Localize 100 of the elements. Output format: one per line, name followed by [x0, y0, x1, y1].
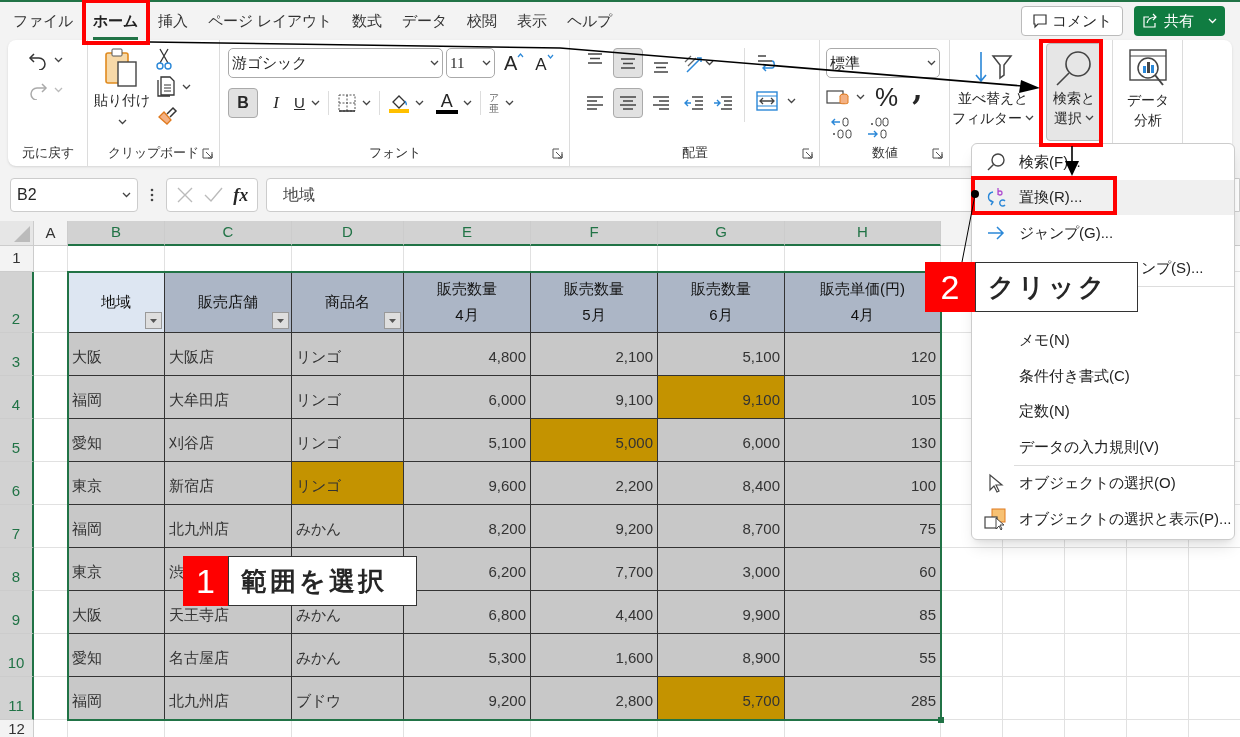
more-options-icon[interactable]: [150, 188, 154, 202]
caret-icon[interactable]: [430, 60, 439, 66]
menu-item[interactable]: オブジェクトの選択(O): [972, 465, 1234, 501]
caret-icon[interactable]: [504, 100, 514, 106]
increase-decimal-icon[interactable]: [830, 116, 854, 140]
bold-button[interactable]: B: [228, 88, 258, 118]
share-icon: [1142, 13, 1158, 29]
menu-item[interactable]: メモ(N): [972, 322, 1234, 358]
table-cell: リンゴ: [292, 333, 404, 376]
caret-icon[interactable]: [1024, 115, 1034, 121]
column-header[interactable]: E: [404, 221, 531, 246]
insert-function-button[interactable]: fx: [233, 181, 249, 209]
ribbon-tab[interactable]: ファイル: [13, 2, 73, 40]
column-header[interactable]: C: [165, 221, 292, 246]
paste-button[interactable]: 貼り付け: [94, 48, 150, 140]
row-header[interactable]: 5: [0, 419, 34, 462]
column-header[interactable]: A: [34, 221, 68, 246]
caret-icon[interactable]: [122, 192, 131, 198]
copy-icon[interactable]: [156, 76, 176, 98]
caret-icon[interactable]: [856, 94, 865, 100]
ribbon-tab[interactable]: 校閲: [467, 2, 498, 40]
underline-button[interactable]: U: [294, 91, 320, 115]
font-name-dropdown[interactable]: 游ゴシック: [228, 48, 443, 78]
merge-cells-icon[interactable]: [755, 90, 779, 112]
filter-dropdown-button[interactable]: [384, 312, 401, 329]
dialog-launcher-icon[interactable]: [552, 148, 563, 159]
row-header[interactable]: 7: [0, 505, 34, 548]
center-align-button[interactable]: [613, 88, 643, 118]
menu-item[interactable]: データの入力規則(V): [972, 429, 1234, 465]
menu-item[interactable]: 条件付き書式(C): [972, 358, 1234, 394]
ribbon-tab[interactable]: ヘルプ: [567, 2, 613, 40]
caret-icon[interactable]: [462, 100, 472, 106]
caret-icon[interactable]: [117, 119, 127, 125]
dialog-launcher-icon[interactable]: [202, 148, 213, 159]
share-button[interactable]: 共有: [1134, 6, 1225, 36]
accounting-format-icon[interactable]: [826, 87, 850, 107]
check-icon[interactable]: [203, 186, 224, 204]
row-header[interactable]: 3: [0, 333, 34, 376]
ribbon-tab[interactable]: 表示: [517, 2, 548, 40]
ribbon-tab[interactable]: 数式: [352, 2, 383, 40]
grow-font-button[interactable]: A: [504, 53, 525, 73]
table-cell: みかん: [292, 634, 404, 677]
column-header[interactable]: H: [785, 221, 941, 246]
font-color-button[interactable]: A: [435, 92, 472, 114]
percent-button[interactable]: %: [875, 84, 899, 110]
row-header[interactable]: 4: [0, 376, 34, 419]
row-header[interactable]: 12: [0, 720, 34, 737]
caret-icon[interactable]: [482, 60, 491, 66]
menu-item[interactable]: ジャンプ(G)...: [972, 215, 1234, 251]
shrink-font-button[interactable]: A: [535, 53, 554, 73]
dialog-launcher-icon[interactable]: [802, 148, 813, 159]
row-header[interactable]: 1: [0, 246, 34, 272]
caret-icon[interactable]: [705, 60, 714, 66]
middle-align-button[interactable]: [613, 48, 643, 78]
caret-icon[interactable]: [310, 100, 320, 106]
ribbon-tab[interactable]: データ: [402, 2, 448, 40]
increase-indent-icon[interactable]: [712, 93, 734, 113]
row-header[interactable]: 11: [0, 677, 34, 720]
menu-item[interactable]: 定数(N): [972, 393, 1234, 429]
table-cell: 名古屋店: [165, 634, 292, 677]
table-cell: 75: [785, 505, 941, 548]
comma-style-button[interactable]: ,: [912, 75, 923, 105]
ribbon-tab[interactable]: ページ レイアウト: [208, 2, 333, 40]
filter-dropdown-button[interactable]: [145, 312, 162, 329]
row-header[interactable]: 9: [0, 591, 34, 634]
find-select-button[interactable]: 検索と 選択: [1045, 43, 1102, 141]
menu-item[interactable]: オブジェクトの選択と表示(P)...: [972, 501, 1234, 537]
ribbon-tab[interactable]: 挿入: [158, 2, 188, 40]
scissors-icon[interactable]: [156, 48, 172, 70]
caret-icon[interactable]: [54, 57, 63, 63]
column-header[interactable]: D: [292, 221, 404, 246]
row-header[interactable]: 2: [0, 272, 34, 333]
filter-dropdown-button[interactable]: [272, 312, 289, 329]
caret-icon[interactable]: [414, 100, 424, 106]
column-header[interactable]: F: [531, 221, 658, 246]
caret-icon[interactable]: [927, 60, 936, 66]
dialog-launcher-icon[interactable]: [932, 148, 943, 159]
row-header[interactable]: 6: [0, 462, 34, 505]
phonetic-guide-button[interactable]: ア 亜: [488, 92, 514, 114]
sort-filter-button[interactable]: 並べ替えと フィルター: [951, 50, 1034, 128]
undo-icon[interactable]: [28, 50, 48, 70]
caret-icon[interactable]: [361, 100, 371, 106]
decrease-decimal-icon[interactable]: [866, 116, 890, 140]
decrease-indent-icon[interactable]: [683, 93, 705, 113]
row-header[interactable]: 10: [0, 634, 34, 677]
italic-button[interactable]: I: [266, 90, 286, 116]
column-header[interactable]: B: [68, 221, 165, 246]
caret-icon[interactable]: [1084, 115, 1094, 121]
data-analysis-button[interactable]: データ 分析: [1126, 48, 1169, 130]
row-header[interactable]: 8: [0, 548, 34, 591]
comment-button[interactable]: コメント: [1021, 6, 1123, 36]
borders-icon[interactable]: [336, 93, 357, 113]
caret-icon[interactable]: [182, 84, 191, 90]
caret-icon[interactable]: [787, 98, 796, 104]
menu-item[interactable]: ンプ(S)...: [1141, 257, 1204, 280]
name-box[interactable]: B2: [10, 178, 138, 212]
format-painter-icon[interactable]: [156, 104, 178, 126]
column-header[interactable]: G: [658, 221, 785, 246]
font-size-dropdown[interactable]: 11: [446, 48, 495, 78]
number-format-dropdown[interactable]: 標準: [826, 48, 940, 78]
